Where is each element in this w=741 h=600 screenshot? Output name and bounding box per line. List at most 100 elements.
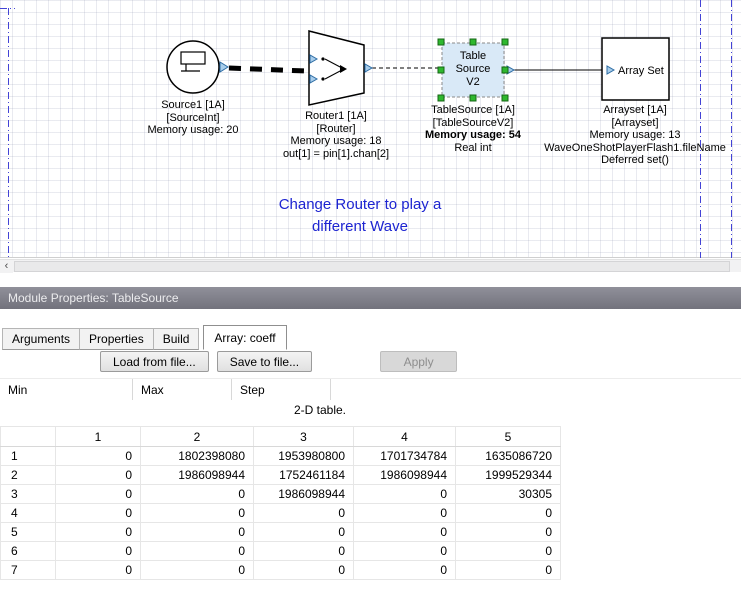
file-button-row: Load from file... Save to file... Apply	[100, 351, 465, 372]
output-pin-icon[interactable]	[365, 64, 372, 72]
block-type-label: [SourceInt]	[126, 112, 260, 125]
tab-array-coeff[interactable]: Array: coeff	[203, 325, 286, 350]
block-body-text: Array Set	[618, 65, 664, 77]
module-properties-panel: Arguments Properties Build Array: coeff …	[0, 309, 741, 600]
cell[interactable]: 0	[141, 523, 254, 542]
cell[interactable]: 0	[354, 523, 456, 542]
cell[interactable]: 1999529344	[456, 466, 561, 485]
table-row: 5 0 0 0 0 0	[1, 523, 561, 542]
tab-bar: Arguments Properties Build Array: coeff	[2, 325, 286, 350]
cell[interactable]: 0	[354, 504, 456, 523]
cell[interactable]: 1802398080	[141, 447, 254, 466]
cell[interactable]: 0	[354, 485, 456, 504]
cell[interactable]: 0	[141, 561, 254, 580]
block-memory-label: Memory usage: 18	[260, 135, 412, 148]
selection-handle[interactable]	[470, 39, 476, 45]
tab-build[interactable]: Build	[153, 328, 200, 350]
row-header[interactable]: 2	[1, 466, 56, 485]
column-header[interactable]: 4	[354, 427, 456, 447]
cell[interactable]: 0	[141, 542, 254, 561]
block-name-label: Arrayset [1A]	[528, 104, 741, 117]
selection-handle[interactable]	[502, 67, 508, 73]
selection-handle[interactable]	[502, 39, 508, 45]
apply-button[interactable]: Apply	[380, 351, 457, 372]
column-header[interactable]: 1	[56, 427, 141, 447]
min-header: Min	[0, 379, 133, 400]
column-header-row: 1 2 3 4 5	[1, 427, 561, 447]
cell[interactable]: 0	[56, 542, 141, 561]
output-pin-icon[interactable]	[220, 62, 228, 72]
block-body-text: Table	[460, 50, 486, 62]
block-memory-label: Memory usage: 13	[528, 129, 741, 142]
table-row: 3 0 0 1986098944 0 30305	[1, 485, 561, 504]
arrayset-block[interactable]: Array Set	[602, 38, 669, 100]
cell[interactable]: 0	[254, 504, 354, 523]
cell[interactable]: 0	[56, 561, 141, 580]
schematic-canvas[interactable]: Table Source V2 Array	[0, 0, 741, 258]
cell[interactable]: 0	[56, 447, 141, 466]
cell[interactable]: 1986098944	[254, 485, 354, 504]
cell[interactable]: 1752461184	[254, 466, 354, 485]
connection-source-router[interactable]	[229, 68, 306, 71]
column-header[interactable]: 2	[141, 427, 254, 447]
table-row: 1 0 1802398080 1953980800 1701734784 163…	[1, 447, 561, 466]
cell[interactable]: 1635086720	[456, 447, 561, 466]
cell[interactable]: 1953980800	[254, 447, 354, 466]
column-header[interactable]: 5	[456, 427, 561, 447]
source-block[interactable]	[167, 41, 228, 93]
arrayset-block-labels: Arrayset [1A] [Arrayset] Memory usage: 1…	[528, 104, 741, 167]
row-header[interactable]: 4	[1, 504, 56, 523]
selection-handle[interactable]	[438, 95, 444, 101]
cell[interactable]: 30305	[456, 485, 561, 504]
selection-handle[interactable]	[438, 67, 444, 73]
scrollbar-thumb[interactable]	[14, 261, 730, 272]
cell[interactable]: 0	[141, 504, 254, 523]
cell[interactable]: 0	[254, 542, 354, 561]
router-block[interactable]	[309, 31, 372, 105]
cell[interactable]: 0	[56, 523, 141, 542]
row-header[interactable]: 5	[1, 523, 56, 542]
cell[interactable]: 0	[354, 542, 456, 561]
range-header-row: Min Max Step	[0, 378, 741, 400]
row-header[interactable]: 1	[1, 447, 56, 466]
source-block-labels: Source1 [1A] [SourceInt] Memory usage: 2…	[126, 99, 260, 137]
tab-arguments[interactable]: Arguments	[2, 328, 80, 350]
corner-cell	[1, 427, 56, 447]
tab-properties[interactable]: Properties	[79, 328, 154, 350]
block-body-text: Source	[456, 63, 491, 75]
canvas-annotation[interactable]: Change Router to play a different Wave	[228, 194, 492, 238]
coeff-table: 1 2 3 4 5 1 0 1802398080 1953980800 1701…	[0, 426, 561, 580]
cell[interactable]: 0	[141, 485, 254, 504]
cell[interactable]: 1701734784	[354, 447, 456, 466]
cell[interactable]: 1986098944	[354, 466, 456, 485]
cell[interactable]: 0	[456, 561, 561, 580]
cell[interactable]: 0	[254, 561, 354, 580]
cell[interactable]: 0	[354, 561, 456, 580]
annotation-line: Change Router to play a	[228, 194, 492, 216]
row-header[interactable]: 6	[1, 542, 56, 561]
block-name-label: Router1 [1A]	[260, 110, 412, 123]
selection-handle[interactable]	[502, 95, 508, 101]
horizontal-scrollbar[interactable]: ‹	[0, 259, 741, 272]
cell[interactable]: 0	[254, 523, 354, 542]
cell[interactable]: 0	[456, 504, 561, 523]
save-to-file-button[interactable]: Save to file...	[217, 351, 312, 372]
cell[interactable]: 0	[56, 485, 141, 504]
selection-handle[interactable]	[470, 95, 476, 101]
cell[interactable]: 0	[456, 542, 561, 561]
row-header[interactable]: 3	[1, 485, 56, 504]
tablesource-block[interactable]: Table Source V2	[438, 39, 514, 101]
row-header[interactable]: 7	[1, 561, 56, 580]
block-detail-label: WaveOneShotPlayerFlash1.fileName	[528, 142, 741, 155]
cell[interactable]: 0	[56, 504, 141, 523]
column-header[interactable]: 3	[254, 427, 354, 447]
cell[interactable]: 1986098944	[141, 466, 254, 485]
load-from-file-button[interactable]: Load from file...	[100, 351, 209, 372]
block-name-label: Source1 [1A]	[126, 99, 260, 112]
block-detail-label: out[1] = pin[1].chan[2]	[260, 148, 412, 161]
panel-caption: Module Properties: TableSource	[0, 287, 741, 309]
cell[interactable]: 0	[456, 523, 561, 542]
scroll-left-button[interactable]: ‹	[0, 260, 13, 273]
cell[interactable]: 0	[56, 466, 141, 485]
selection-handle[interactable]	[438, 39, 444, 45]
